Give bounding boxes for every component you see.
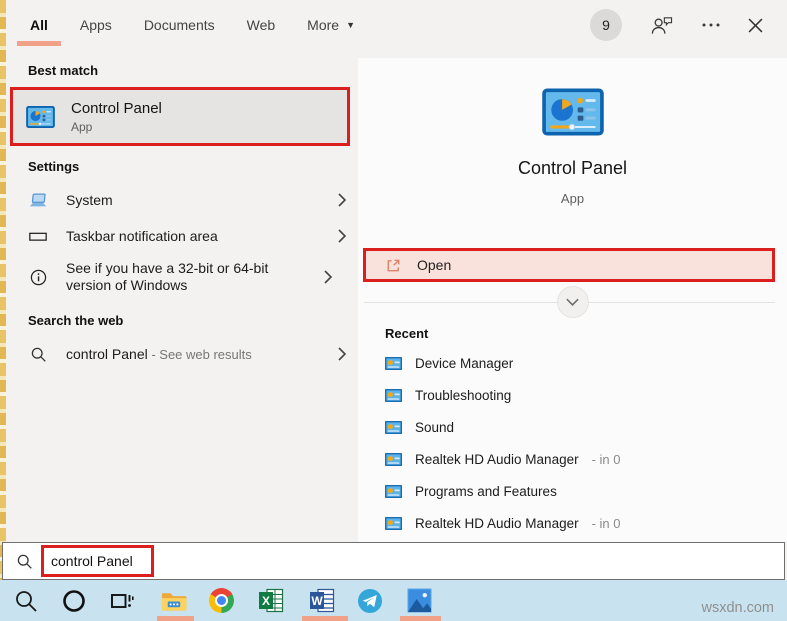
best-match-result[interactable]: Control Panel App [10,87,350,146]
control-panel-icon-large [542,88,604,136]
settings-item-label: See if you have a 32-bit or 64-bit versi… [66,260,306,294]
recent-item-programs-features[interactable]: Programs and Features [358,475,787,507]
recent-item-device-manager[interactable]: Device Manager [358,347,787,379]
close-icon[interactable] [748,18,763,33]
settings-header: Settings [28,159,360,174]
notification-count-badge[interactable]: 9 [590,9,622,41]
chevron-right-icon[interactable] [324,270,332,284]
tab-all[interactable]: All [28,2,50,48]
taskbar: X W [0,580,787,621]
results-panel: Best match Control Panel App Set [6,50,360,542]
control-panel-mini-icon [385,389,402,402]
control-panel-mini-icon [385,485,402,498]
web-search-query: control Panel [66,346,148,362]
running-indicator-word [302,616,348,621]
chrome-icon[interactable] [208,587,235,614]
best-match-title: Control Panel [71,100,162,117]
recent-header: Recent [385,326,787,341]
cortana-icon[interactable] [60,587,87,614]
best-match-header: Best match [28,63,360,78]
settings-item-system[interactable]: System [6,182,360,218]
detail-panel: Control Panel App Open Recent Devic [358,58,787,542]
svg-text:W: W [311,594,323,608]
recent-item-troubleshooting[interactable]: Troubleshooting [358,379,787,411]
settings-item-label: System [66,192,320,209]
photos-icon[interactable] [406,587,433,614]
recent-item-label: Troubleshooting [415,388,511,403]
tab-more-label: More [307,17,339,33]
settings-item-32bit-64bit[interactable]: See if you have a 32-bit or 64-bit versi… [6,254,360,300]
chevron-down-icon [565,297,580,307]
best-match-subtitle: App [71,120,162,134]
recent-item-suffix: - in 0 [592,516,621,531]
recent-item-realtek-1[interactable]: Realtek HD Audio Manager - in 0 [358,443,787,475]
header-actions: 9 [590,9,763,41]
tab-documents[interactable]: Documents [142,2,217,48]
recent-item-label: Sound [415,420,454,435]
taskbar-search-box[interactable]: control Panel [2,542,785,580]
chevron-right-icon[interactable] [338,347,346,361]
control-panel-mini-icon [385,453,402,466]
recent-item-label: Device Manager [415,356,513,371]
search-query-annotation: control Panel [41,545,154,577]
recent-item-suffix: - in 0 [592,452,621,467]
taskbar-search-icon[interactable] [12,587,39,614]
taskbar-rect-icon [28,228,48,245]
search-header: All Apps Documents Web More ▼ 9 [6,0,787,50]
detail-divider [358,286,787,319]
settings-results: System Taskbar notification area [6,182,360,300]
feedback-person-icon[interactable] [649,15,674,36]
control-panel-mini-icon [385,421,402,434]
chevron-down-icon: ▼ [346,20,355,30]
open-button-label: Open [417,257,451,273]
control-panel-mini-icon [385,357,402,370]
running-indicator-explorer [157,616,194,621]
word-icon[interactable]: W [308,587,335,614]
open-button[interactable]: Open [363,248,775,282]
app-title: Control Panel [358,158,787,179]
running-indicator-photos [400,616,441,621]
svg-text:X: X [261,594,269,608]
web-search-suffix: - See web results [148,347,252,362]
recent-item-realtek-2[interactable]: Realtek HD Audio Manager - in 0 [358,507,787,539]
recent-item-label: Programs and Features [415,484,557,499]
search-icon [16,553,33,570]
tab-apps-label: Apps [80,17,112,33]
open-external-icon [385,257,402,274]
task-view-icon[interactable] [108,587,135,614]
settings-item-label: Taskbar notification area [66,228,320,245]
web-search-text: control Panel - See web results [66,346,320,363]
tab-documents-label: Documents [144,17,215,33]
excel-icon[interactable]: X [257,587,284,614]
web-search-item[interactable]: control Panel - See web results [6,336,360,372]
tab-more[interactable]: More ▼ [305,2,357,48]
control-panel-icon [26,106,55,128]
web-results: control Panel - See web results [6,336,360,372]
search-filter-tabs: All Apps Documents Web More ▼ [28,2,357,48]
chevron-right-icon[interactable] [338,229,346,243]
chevron-right-icon[interactable] [338,193,346,207]
search-web-header: Search the web [28,313,360,328]
search-input-value[interactable]: control Panel [51,553,133,569]
file-explorer-icon[interactable] [160,587,187,614]
tab-web-label: Web [247,17,276,33]
expand-more-button[interactable] [557,286,589,318]
telegram-icon[interactable] [356,587,383,614]
settings-item-taskbar-notification[interactable]: Taskbar notification area [6,218,360,254]
tab-all-label: All [30,17,48,33]
system-icon [28,192,48,209]
info-icon [28,269,48,286]
recent-item-label: Realtek HD Audio Manager [415,516,579,531]
watermark-text: wsxdn.com [701,600,774,616]
more-options-icon[interactable] [701,22,721,28]
best-match-text: Control Panel App [71,100,162,134]
tab-web[interactable]: Web [245,2,278,48]
start-menu-search: All Apps Documents Web More ▼ 9 [0,0,787,621]
app-subtitle: App [358,191,787,206]
search-icon [28,346,48,363]
recent-item-label: Realtek HD Audio Manager [415,452,579,467]
control-panel-mini-icon [385,517,402,530]
recent-item-sound[interactable]: Sound [358,411,787,443]
tab-apps[interactable]: Apps [78,2,114,48]
